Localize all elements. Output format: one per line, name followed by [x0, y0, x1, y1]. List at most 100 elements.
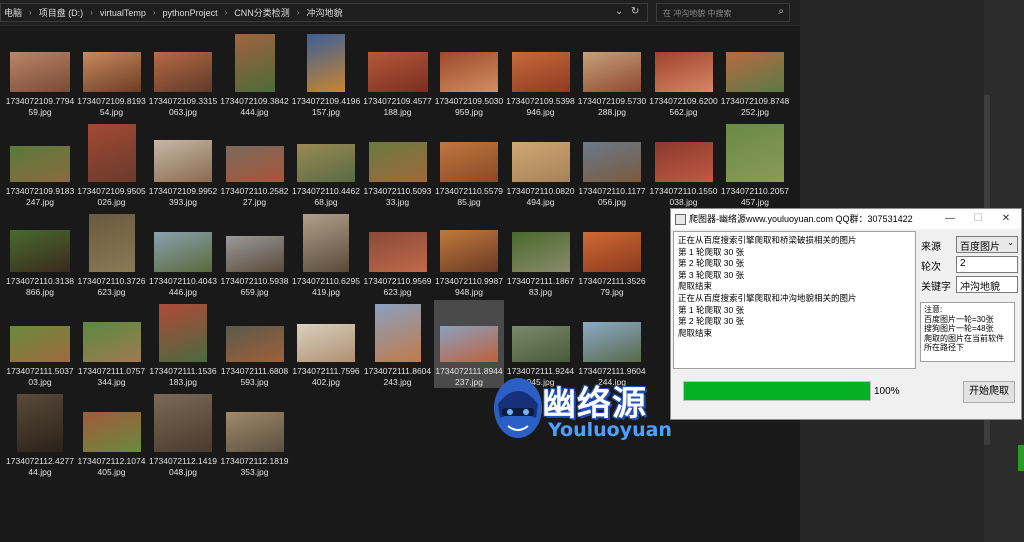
file-item[interactable]: 1734072112.1819353.jpg [220, 390, 290, 478]
file-item[interactable]: 1734072109.3842444.jpg [220, 30, 290, 118]
file-name: 1734072112.1074405.jpg [77, 456, 146, 477]
file-item[interactable]: 1734072109.5398946.jpg [506, 30, 576, 118]
history-dropdown-icon[interactable]: ⌄ [615, 6, 623, 17]
image-thumbnail [82, 412, 141, 452]
file-item[interactable]: 1734072111.8604243.jpg [363, 300, 433, 388]
window-titlebar[interactable]: 爬图器-幽络源www.youluoyuan.com QQ群：307531422 … [671, 209, 1021, 229]
note-line: 百度图片一轮=30张 [924, 314, 994, 324]
watermark-chinese: 幽络源 [542, 384, 647, 424]
file-item[interactable]: 1734072110.9987948.jpg [434, 210, 504, 298]
hacker-mascot-logo [494, 378, 542, 438]
file-item[interactable]: 1734072109.9505026.jpg [77, 120, 147, 208]
address-bar[interactable]: 电脑 › 项目盘 (D:) › virtualTemp › pythonProj… [0, 3, 648, 22]
file-item[interactable]: 1734072111.7596402.jpg [291, 300, 361, 388]
file-item[interactable]: 1734072110.9569623.jpg [363, 210, 433, 298]
file-item[interactable]: 1734072110.4043446.jpg [148, 210, 218, 298]
file-item[interactable]: 1734072110.1550038.jpg [649, 120, 719, 208]
image-thumbnail [511, 52, 570, 92]
image-thumbnail [368, 232, 427, 272]
file-name: 1734072109.5030959.jpg [434, 96, 504, 117]
chevron-right-icon[interactable]: › [25, 8, 36, 17]
file-item[interactable]: 1734072109.5730288.jpg [577, 30, 647, 118]
file-item[interactable]: 1734072109.4577188.jpg [363, 30, 433, 118]
keyword-input[interactable]: 冲沟地貌 [956, 276, 1018, 293]
file-item[interactable]: 1734072109.5030959.jpg [434, 30, 504, 118]
refresh-icon[interactable]: ↻ [631, 6, 639, 17]
file-item[interactable]: 1734072109.6200562.jpg [649, 30, 719, 118]
file-item[interactable]: 1734072110.446268.jpg [291, 120, 361, 208]
log-line: 爬取结束 [678, 281, 713, 292]
progress-bar [683, 381, 871, 401]
file-item[interactable]: 1734072112.1419048.jpg [148, 390, 218, 478]
file-name: 1734072110.9987948.jpg [435, 276, 503, 297]
breadcrumb-current-folder[interactable]: 冲沟地貌 [303, 6, 345, 19]
file-item[interactable]: 1734072110.258227.jpg [220, 120, 290, 208]
file-item[interactable]: 1734072110.6295419.jpg [291, 210, 361, 298]
file-item[interactable]: 1734072110.0820494.jpg [506, 120, 576, 208]
file-item[interactable]: 1734072111.0757344.jpg [77, 300, 147, 388]
file-item[interactable]: 1734072110.3138866.jpg [5, 210, 75, 298]
file-item[interactable]: 1734072111.352679.jpg [577, 210, 647, 298]
log-output[interactable]: 正在从百度搜索引擎爬取和桥梁破损相关的图片第 1 轮爬取 30 张第 2 轮爬取… [673, 231, 916, 369]
file-name: 1734072110.1550038.jpg [649, 186, 718, 207]
breadcrumb-virtualtemp[interactable]: virtualTemp [97, 8, 149, 18]
file-item[interactable]: 1734072110.2057457.jpg [720, 120, 790, 208]
file-item[interactable]: 1734072110.1177056.jpg [577, 120, 647, 208]
file-name: 1734072110.509333.jpg [363, 186, 432, 207]
notes-box[interactable]: 注意: 百度图片一轮=30张 搜狗图片一轮=48张 爬取的图片在当前软件 所在路径下 [920, 302, 1015, 362]
image-thumbnail [159, 304, 207, 362]
image-thumbnail [583, 52, 641, 92]
chevron-right-icon[interactable]: › [293, 8, 304, 17]
file-item[interactable]: 1734072112.427744.jpg [5, 390, 75, 478]
file-item[interactable]: 1734072112.1074405.jpg [77, 390, 147, 478]
file-item[interactable]: 1734072109.9183247.jpg [5, 120, 75, 208]
rounds-input[interactable]: 2 [956, 256, 1018, 273]
log-line: 正在从百度搜索引擎爬取和桥梁破损相关的图片 [678, 235, 857, 245]
image-thumbnail [440, 142, 498, 182]
file-name: 1734072109.779459.jpg [5, 96, 75, 117]
breadcrumb-drive[interactable]: 项目盘 (D:) [36, 6, 87, 19]
file-item[interactable]: 1734072110.3726623.jpg [77, 210, 147, 298]
file-item[interactable]: 1734072109.4196157.jpg [291, 30, 361, 118]
breadcrumb-cnn[interactable]: CNN分类检测 [231, 6, 293, 19]
chevron-right-icon[interactable]: › [221, 8, 232, 17]
chevron-right-icon[interactable]: › [149, 8, 160, 17]
app-icon [675, 214, 686, 225]
search-icon[interactable]: ⌕ [778, 6, 784, 17]
file-item[interactable]: 1734072110.509333.jpg [363, 120, 433, 208]
file-item[interactable]: 1734072111.1536183.jpg [148, 300, 218, 388]
image-thumbnail [583, 322, 641, 362]
file-item[interactable]: 1734072111.503703.jpg [5, 300, 75, 388]
log-line: 正在从百度搜索引擎爬取和冲沟地貌相关的图片 [678, 292, 857, 303]
image-thumbnail [154, 232, 212, 272]
minimize-icon[interactable]: — [937, 209, 963, 229]
file-name: 1734072109.8748252.jpg [720, 96, 790, 117]
file-name: 1734072111.352679.jpg [578, 276, 646, 297]
file-name: 1734072111.8604243.jpg [363, 366, 432, 387]
close-icon[interactable]: ✕ [993, 209, 1019, 229]
file-item[interactable]: 1734072109.3315063.jpg [148, 30, 218, 118]
progress-text: 100% [874, 386, 900, 397]
source-select[interactable]: 百度图片 ⌄ [956, 236, 1018, 253]
image-thumbnail [225, 326, 284, 362]
file-item[interactable]: 1734072109.8748252.jpg [720, 30, 790, 118]
file-item[interactable]: 1734072109.779459.jpg [5, 30, 75, 118]
chevron-right-icon[interactable]: › [86, 8, 97, 17]
watermark-english: Youluoyuan [548, 419, 672, 441]
file-item[interactable]: 1734072109.9952393.jpg [148, 120, 218, 208]
keyword-value: 冲沟地貌 [960, 282, 1000, 293]
search-input[interactable]: 在 冲沟地貌 中搜索 [663, 9, 731, 18]
address-bar-region: 电脑 › 项目盘 (D:) › virtualTemp › pythonProj… [0, 0, 800, 26]
start-crawl-button[interactable]: 开始爬取 [963, 381, 1015, 403]
file-item[interactable]: 1734072111.6808593.jpg [220, 300, 290, 388]
breadcrumb-pythonproject[interactable]: pythonProject [160, 8, 221, 18]
search-box[interactable]: 在 冲沟地貌 中搜索 ⌕ [656, 3, 790, 22]
file-item[interactable]: 1734072109.819354.jpg [77, 30, 147, 118]
breadcrumb-this-pc[interactable]: 电脑 [1, 6, 25, 19]
file-item[interactable]: 1734072110.5938659.jpg [220, 210, 290, 298]
note-line: 爬取的图片在当前软件 [924, 333, 1004, 343]
maximize-icon[interactable]: ☐ [965, 209, 991, 229]
file-item[interactable]: 1734072111.186783.jpg [506, 210, 576, 298]
file-item[interactable]: 1734072110.557985.jpg [434, 120, 504, 208]
file-name: 1734072111.0757344.jpg [77, 366, 146, 387]
